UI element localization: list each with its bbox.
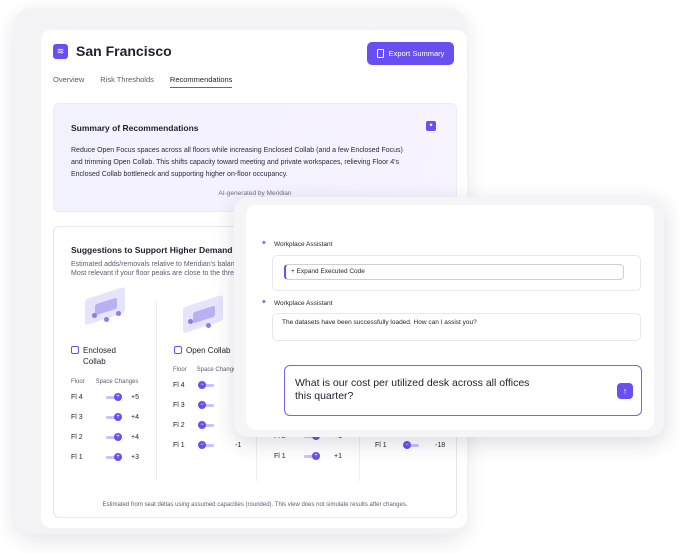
- floor-label: Fl 1: [71, 454, 83, 461]
- minus-icon[interactable]: −: [198, 381, 206, 389]
- change-value: +4: [131, 434, 139, 441]
- floor-label: Fl 2: [71, 434, 83, 441]
- change-value: +1: [334, 453, 342, 460]
- minus-icon[interactable]: −: [403, 441, 411, 449]
- suggestions-footnote: Estimated from seat deltas using assumed…: [102, 502, 408, 508]
- change-value: -1: [235, 442, 242, 449]
- floor-label: Fl 3: [173, 402, 185, 409]
- open-collab-row: Fl 1 − -1: [173, 441, 253, 452]
- enclosed-row: Fl 1 + +3: [71, 453, 151, 464]
- floor-label: Fl 1: [173, 442, 185, 449]
- tab-bar: Overview Risk Thresholds Recommendations: [53, 75, 233, 88]
- group-icon: [71, 346, 79, 354]
- assistant-name: Workplace Assistant: [274, 241, 333, 248]
- enclosed-row: Fl 3 + +4: [71, 413, 151, 424]
- summary-line-1: Reduce Open Focus spaces across all floo…: [71, 147, 403, 154]
- tab-recommendations[interactable]: Recommendations: [169, 75, 233, 88]
- sparkle-icon[interactable]: ✦: [426, 121, 436, 131]
- summary-title: Summary of Recommendations: [71, 123, 199, 133]
- assistant-name: Workplace Assistant: [274, 300, 333, 307]
- change-value: +4: [131, 414, 139, 421]
- col3-row: Fl 1 + +1: [274, 452, 354, 463]
- change-value: +3: [131, 454, 139, 461]
- assistant-message: The datasets have been successfully load…: [282, 319, 477, 326]
- chat-input-text[interactable]: What is our cost per utilized desk acros…: [295, 377, 535, 403]
- open-table-header: Floor Space Changes: [173, 367, 240, 373]
- suggestions-sub-2: Most relevant if your floor peaks are cl…: [71, 270, 235, 277]
- layers-icon: ≋: [53, 44, 68, 59]
- tab-risk-thresholds[interactable]: Risk Thresholds: [100, 75, 154, 88]
- expand-code-button[interactable]: + Expand Executed Code: [284, 264, 624, 280]
- floor-label: Fl 4: [173, 382, 185, 389]
- open-collab-illustration: [176, 294, 230, 337]
- column-divider: [156, 301, 157, 481]
- change-value: +5: [131, 394, 139, 401]
- tab-overview[interactable]: Overview: [53, 75, 84, 88]
- col4-row: Fl 1 − -18: [375, 441, 455, 452]
- sparkle-icon: ✦: [261, 240, 267, 247]
- ai-generated-note: AI-generated by Meridian: [218, 190, 292, 197]
- enclosed-collab-illustration: [78, 286, 132, 329]
- enclosed-row: Fl 2 + +4: [71, 433, 151, 444]
- open-collab-label: Open Collab: [174, 345, 230, 356]
- minus-icon[interactable]: −: [198, 421, 206, 429]
- floor-label: Fl 2: [173, 422, 185, 429]
- plus-icon[interactable]: +: [114, 433, 122, 441]
- summary-panel: Summary of Recommendations ✦ Reduce Open…: [53, 103, 457, 212]
- enclosed-row: Fl 4 + +5: [71, 393, 151, 404]
- minus-icon[interactable]: −: [198, 401, 206, 409]
- export-summary-label: Export Summary: [388, 49, 445, 58]
- floor-label: Fl 4: [71, 394, 83, 401]
- document-icon: [376, 49, 384, 58]
- plus-icon[interactable]: +: [114, 393, 122, 401]
- summary-line-2: and trimming Open Collab. This shifts ca…: [71, 159, 400, 166]
- floor-label: Fl 1: [274, 453, 286, 460]
- plus-icon[interactable]: +: [114, 453, 122, 461]
- plus-icon[interactable]: +: [114, 413, 122, 421]
- sparkle-icon: ✦: [261, 299, 267, 306]
- summary-text: Reduce Open Focus spaces across all floo…: [71, 145, 441, 181]
- enclosed-table-header: Floor Space Changes: [71, 379, 139, 385]
- floor-label: Fl 3: [71, 414, 83, 421]
- suggestions-subtitle: Estimated adds/removals relative to Meri…: [71, 260, 235, 278]
- plus-icon[interactable]: +: [312, 452, 320, 460]
- enclosed-collab-label: Enclosed Collab: [71, 345, 116, 367]
- summary-line-3: Enclosed Collab bottleneck and supportin…: [71, 171, 288, 178]
- change-value: -18: [435, 442, 446, 449]
- assistant-message-card: [272, 313, 641, 341]
- group-icon: [174, 346, 182, 354]
- assistant-window: ✦ Workplace Assistant + Expand Executed …: [234, 197, 664, 437]
- export-summary-button[interactable]: Export Summary: [367, 42, 454, 65]
- minus-icon[interactable]: −: [198, 441, 206, 449]
- arrow-up-icon[interactable]: ↑: [617, 383, 633, 399]
- chat-input[interactable]: What is our cost per utilized desk acros…: [284, 365, 642, 416]
- assistant-panel: ✦ Workplace Assistant + Expand Executed …: [246, 205, 654, 430]
- page-title: San Francisco: [76, 43, 172, 59]
- floor-label: Fl 1: [375, 442, 387, 449]
- suggestions-sub-1: Estimated adds/removals relative to Meri…: [71, 261, 235, 268]
